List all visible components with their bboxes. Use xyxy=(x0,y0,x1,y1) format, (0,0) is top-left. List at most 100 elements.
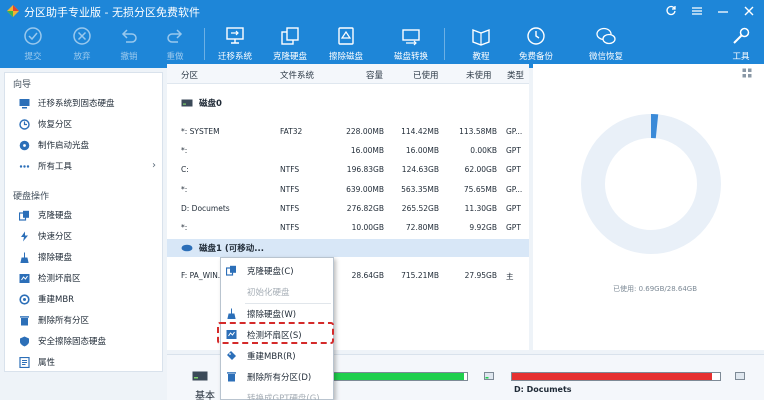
table-cell: 62.00GB xyxy=(464,165,497,175)
table-cell: *: xyxy=(181,146,188,156)
tutorial-button[interactable]: 教程 xyxy=(457,24,505,64)
table-cell: 10.00GB xyxy=(351,223,384,232)
table-row[interactable]: D: Documets NTFS 276.82GB 265.52GB 11.30GB GP… xyxy=(167,199,529,217)
minimize-icon[interactable] xyxy=(712,2,734,20)
undo-button[interactable]: 撤销 xyxy=(105,24,153,64)
discard-button[interactable]: 放弃 xyxy=(58,24,106,64)
app-header: 分区助手专业版 - 无损分区免费软件 提交 放弃 撤销 重做 迁移系统 克隆硬盘… xyxy=(0,0,764,68)
sidebar-item-all-tools[interactable]: 所有工具 › xyxy=(5,156,162,176)
menu-item-convert-gpt[interactable]: 转换成GPT硬盘(G) xyxy=(221,387,333,400)
table-cell: NTFS xyxy=(280,223,300,232)
menu-item-check-bad-sector[interactable]: 检测坏扇区(S) xyxy=(221,324,333,345)
table-cell: FAT32 xyxy=(280,127,303,136)
wechat-restore-button[interactable]: 微信恢复 xyxy=(582,24,630,64)
table-cell: GPT xyxy=(506,146,521,156)
table-cell: 16.00MB xyxy=(350,146,384,156)
menu-item-delete-all-partitions[interactable]: 删除所有分区(D) xyxy=(221,366,333,387)
col-unused[interactable]: 未使用 xyxy=(466,69,492,81)
tools-button[interactable]: 工具 xyxy=(717,24,764,64)
col-filesystem[interactable]: 文件系统 xyxy=(280,69,314,81)
redo-button[interactable]: 重做 xyxy=(151,24,199,64)
table-cell: 27.95GB xyxy=(464,271,497,280)
table-row[interactable]: *: SYSTEM FAT32 228.00MB 114.42MB 113.58MB GP… xyxy=(167,122,529,140)
grid-view-icon[interactable] xyxy=(742,68,752,80)
table-cell: NTFS xyxy=(280,184,300,194)
table-row[interactable]: *: 16.00MB 16.00MB 0.00KB GPT xyxy=(167,141,529,159)
free-backup-button[interactable]: 免费备份 xyxy=(512,24,560,64)
table-cell: 11.30GB xyxy=(464,203,497,213)
view-toggle-group xyxy=(742,68,752,80)
clone-disk-icon xyxy=(281,27,299,45)
disk1-row[interactable]: 磁盘1 (可移动... xyxy=(167,239,529,257)
wipe-disk-button[interactable]: 擦除磁盘 xyxy=(322,24,370,64)
col-used[interactable]: 已使用 xyxy=(413,69,439,81)
table-cell: GPT xyxy=(506,223,521,232)
disk-context-menu: 克隆硬盘(C) 初始化硬盘 擦除硬盘(W) 检测坏扇区(S) 重建MBR(R) … xyxy=(220,257,334,400)
table-cell: 28.64GB xyxy=(351,271,384,280)
table-cell: 0.00KB xyxy=(470,146,497,156)
sidebar-item-bad-sector[interactable]: 检测坏扇区 xyxy=(5,268,162,288)
sidebar-item-properties[interactable]: 属性 xyxy=(5,352,162,372)
sidebar-item-quick-partition[interactable]: 快速分区 xyxy=(5,226,162,246)
sidebar-item-clone-disk[interactable]: 克隆硬盘 xyxy=(5,205,162,225)
col-capacity[interactable]: 容量 xyxy=(366,69,383,81)
submit-button[interactable]: 提交 xyxy=(9,24,57,64)
toolbar-separator xyxy=(204,28,205,60)
table-cell: 主 xyxy=(506,272,514,281)
wipe-disk-icon xyxy=(227,308,236,319)
disk-icon xyxy=(192,371,208,381)
table-cell: 228.00MB xyxy=(346,127,384,136)
usage-donut-chart xyxy=(581,114,721,254)
sidebar-item-secure-erase-ssd[interactable]: 安全擦除固态硬盘 xyxy=(5,331,162,351)
bad-sector-icon xyxy=(19,273,30,283)
clone-disk-button[interactable]: 克隆硬盘 xyxy=(266,24,314,64)
restore-partition-icon xyxy=(19,118,30,130)
menu-item-clone-disk[interactable]: 克隆硬盘(C) xyxy=(221,260,333,281)
clone-disk-icon xyxy=(226,265,236,276)
table-row[interactable]: C: NTFS 196.83GB 124.63GB 62.00GB GPT xyxy=(167,160,529,178)
table-row[interactable]: *: NTFS 639.00MB 563.35MB 75.65MB GP... xyxy=(167,180,529,198)
sidebar-item-migrate-ssd[interactable]: 迁移系统到固态硬盘 xyxy=(5,93,162,113)
rebuild-mbr-icon xyxy=(19,293,30,305)
sidebar-item-rebuild-mbr[interactable]: 重建MBR xyxy=(5,289,162,309)
app-logo-icon xyxy=(7,5,19,17)
sidebar-item-restore-partition[interactable]: 恢复分区 xyxy=(5,114,162,134)
table-cell: 124.63GB xyxy=(401,165,439,175)
table-cell: NTFS xyxy=(280,165,300,175)
table-row[interactable]: *: NTFS 10.00GB 72.80MB 9.92GB GPT xyxy=(167,218,529,236)
table-cell: 114.42MB xyxy=(401,127,439,136)
table-cell: 265.52GB xyxy=(401,203,439,213)
wipe-icon xyxy=(20,252,29,263)
table-cell: D: Documets xyxy=(181,203,230,213)
refresh-icon[interactable] xyxy=(660,2,682,20)
partition-bar-d-documets[interactable] xyxy=(511,372,721,381)
delete-all-icon xyxy=(20,315,29,325)
sidebar-item-bootable-media[interactable]: 制作启动光盘 xyxy=(5,135,162,155)
col-type[interactable]: 类型 xyxy=(507,69,524,81)
convert-disk-button[interactable]: 磁盘转换 xyxy=(387,24,435,64)
sidebar-item-delete-all-partitions[interactable]: 删除所有分区 xyxy=(5,310,162,330)
menu-item-init-disk[interactable]: 初始化硬盘 xyxy=(221,281,333,302)
bootable-media-icon xyxy=(19,140,30,150)
menu-icon[interactable] xyxy=(686,2,708,20)
menu-item-wipe-disk[interactable]: 擦除硬盘(W) xyxy=(221,303,333,324)
title-bar: 分区助手专业版 - 无损分区免费软件 xyxy=(0,0,764,22)
migrate-os-button[interactable]: 迁移系统 xyxy=(211,24,259,64)
redo-icon xyxy=(167,29,183,43)
col-partition[interactable]: 分区 xyxy=(181,69,198,81)
tools-icon xyxy=(733,27,750,44)
menu-item-rebuild-mbr[interactable]: 重建MBR(R) xyxy=(221,345,333,366)
partition-d-label: D: Documets xyxy=(514,385,572,394)
disk0-row[interactable]: 磁盘0 xyxy=(167,94,529,112)
table-cell: 113.58MB xyxy=(459,127,497,136)
table-cell: NTFS xyxy=(280,203,300,213)
tutorial-icon xyxy=(472,28,490,46)
quick-partition-icon xyxy=(21,231,28,241)
more-icon xyxy=(19,164,30,168)
close-icon[interactable] xyxy=(738,2,760,20)
partition-small-icon xyxy=(484,372,494,380)
partition-bar-green[interactable] xyxy=(320,372,468,381)
table-cell: GPT xyxy=(506,203,521,213)
sidebar-item-wipe-disk[interactable]: 擦除硬盘 xyxy=(5,247,162,267)
table-cell: 72.80MB xyxy=(405,223,439,232)
